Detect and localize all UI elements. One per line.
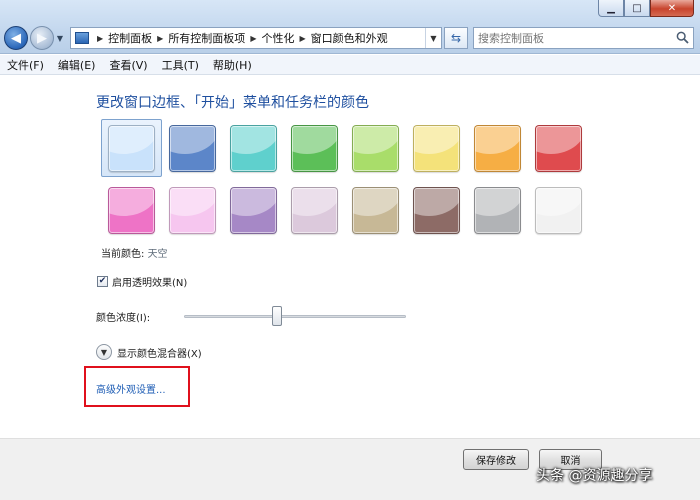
color-swatch[interactable] xyxy=(284,119,345,177)
color-swatch-tile xyxy=(169,186,216,234)
color-swatch[interactable] xyxy=(345,119,406,177)
breadcrumb-control-panel[interactable]: 控制面板 xyxy=(108,30,152,46)
color-swatch[interactable] xyxy=(162,181,223,239)
color-swatch-tile xyxy=(169,124,216,172)
title-bar: ▁ □ ✕ ◀ ▶ ▼ ▶ 控制面板 ▶ 所有控制面板项 ▶ 个性化 ▶ 窗口颜… xyxy=(0,0,700,54)
menu-view[interactable]: 查看(V) xyxy=(109,57,147,73)
expand-icon[interactable]: ▼ xyxy=(96,344,112,360)
color-swatch-tile xyxy=(413,124,460,172)
color-swatch-tile xyxy=(108,124,155,172)
color-swatch[interactable] xyxy=(162,119,223,177)
breadcrumb-window-color[interactable]: 窗口颜色和外观 xyxy=(311,30,388,46)
color-swatch[interactable] xyxy=(101,119,162,177)
menu-edit[interactable]: 编辑(E) xyxy=(58,57,96,73)
color-swatch[interactable] xyxy=(467,181,528,239)
watermark: 头条 @资源趣分享 xyxy=(536,468,653,484)
color-swatch-tile xyxy=(291,186,338,234)
breadcrumb-personalization[interactable]: 个性化 xyxy=(261,30,294,46)
minimize-button[interactable]: ▁ xyxy=(598,0,624,17)
chevron-down-icon: ▼ xyxy=(56,33,64,43)
color-swatch[interactable] xyxy=(101,181,162,239)
color-swatch[interactable] xyxy=(528,181,589,239)
chevron-down-icon: ▼ xyxy=(430,33,437,43)
menu-help[interactable]: 帮助(H) xyxy=(213,57,252,73)
forward-button[interactable]: ▶ xyxy=(30,26,54,50)
search-input[interactable] xyxy=(478,31,648,45)
transparency-checkbox[interactable]: ✔ xyxy=(97,276,108,287)
arrow-right-icon: ▶ xyxy=(37,30,47,46)
refresh-button[interactable]: ⇆ xyxy=(444,27,468,49)
color-swatch-tile xyxy=(535,124,582,172)
color-mixer-label: 显示颜色混合器(X) xyxy=(117,348,202,360)
arrow-left-icon: ◀ xyxy=(11,30,21,46)
color-swatch-tile xyxy=(474,124,521,172)
navigation-bar: ◀ ▶ ▼ ▶ 控制面板 ▶ 所有控制面板项 ▶ 个性化 ▶ 窗口颜色和外观 ▼… xyxy=(4,25,694,51)
breadcrumb-separator-icon[interactable]: ▶ xyxy=(299,34,305,43)
color-swatch[interactable] xyxy=(223,119,284,177)
breadcrumb-separator-icon[interactable]: ▶ xyxy=(157,34,163,43)
swatch-row xyxy=(101,181,601,239)
color-swatch[interactable] xyxy=(467,119,528,177)
color-swatch[interactable] xyxy=(406,181,467,239)
color-swatch-tile xyxy=(108,186,155,234)
advanced-appearance-link[interactable]: 高级外观设置... xyxy=(96,381,166,396)
search-box xyxy=(473,27,694,49)
control-panel-icon xyxy=(75,32,89,44)
address-bar[interactable]: ▶ 控制面板 ▶ 所有控制面板项 ▶ 个性化 ▶ 窗口颜色和外观 ▼ xyxy=(70,27,442,49)
intensity-label: 颜色浓度(I): xyxy=(96,313,151,324)
window-controls: ▁ □ ✕ xyxy=(598,0,694,17)
page-title: 更改窗口边框、「开始」菜单和任务栏的颜色 xyxy=(96,95,369,111)
refresh-icon: ⇆ xyxy=(450,31,462,45)
color-swatch[interactable] xyxy=(406,119,467,177)
menu-file[interactable]: 文件(F) xyxy=(7,57,44,73)
color-swatch[interactable] xyxy=(223,181,284,239)
color-swatch-tile xyxy=(474,186,521,234)
color-swatch-grid xyxy=(101,119,601,239)
color-swatch-tile xyxy=(230,186,277,234)
intensity-slider-track[interactable] xyxy=(184,315,406,318)
address-dropdown-button[interactable]: ▼ xyxy=(425,28,441,48)
maximize-button[interactable]: □ xyxy=(624,0,650,17)
close-button[interactable]: ✕ xyxy=(650,0,694,17)
menu-tools[interactable]: 工具(T) xyxy=(162,57,199,73)
footer-bar: 保存修改 取消 头条 @资源趣分享 xyxy=(0,438,700,500)
color-mixer-toggle[interactable]: ▼ 显示颜色混合器(X) xyxy=(96,344,202,360)
current-color-value: 天空 xyxy=(147,249,168,260)
search-icon[interactable] xyxy=(676,31,689,44)
main-content: 更改窗口边框、「开始」菜单和任务栏的颜色 当前颜色: 天空 ✔ 启用透明效果(N… xyxy=(0,76,700,438)
color-swatch[interactable] xyxy=(284,181,345,239)
current-color-label: 当前颜色: xyxy=(101,249,145,260)
menu-bar: 文件(F) 编辑(E) 查看(V) 工具(T) 帮助(H) xyxy=(0,55,700,75)
color-swatch-tile xyxy=(535,186,582,234)
save-changes-button[interactable]: 保存修改 xyxy=(463,449,529,470)
color-swatch-tile xyxy=(291,124,338,172)
transparency-label: 启用透明效果(N) xyxy=(112,278,188,289)
back-button[interactable]: ◀ xyxy=(4,26,28,50)
breadcrumb-separator-icon[interactable]: ▶ xyxy=(97,34,103,43)
color-swatch-tile xyxy=(230,124,277,172)
current-color: 当前颜色: 天空 xyxy=(101,245,168,260)
transparency-option[interactable]: ✔ 启用透明效果(N) xyxy=(97,274,187,289)
swatch-row xyxy=(101,119,601,177)
color-swatch-tile xyxy=(352,186,399,234)
breadcrumb-separator-icon[interactable]: ▶ xyxy=(250,34,256,43)
color-swatch-tile xyxy=(352,124,399,172)
color-swatch-tile xyxy=(413,186,460,234)
color-swatch[interactable] xyxy=(528,119,589,177)
color-swatch[interactable] xyxy=(345,181,406,239)
intensity-slider-thumb[interactable] xyxy=(272,306,283,326)
breadcrumb-all-items[interactable]: 所有控制面板项 xyxy=(168,30,245,46)
recent-pages-dropdown[interactable]: ▼ xyxy=(54,34,66,43)
